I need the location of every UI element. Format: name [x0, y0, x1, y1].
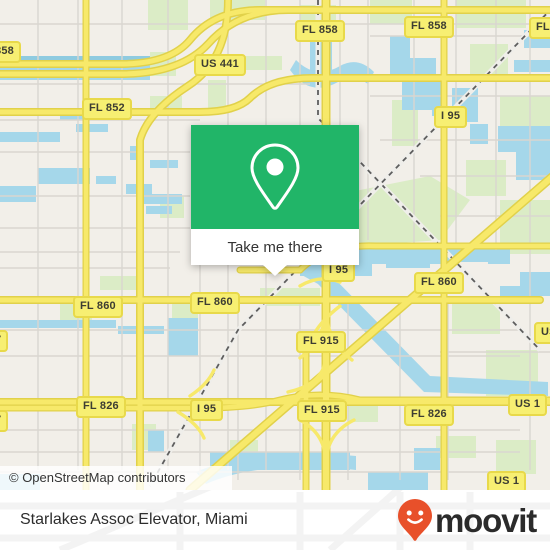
road-shield: US 1 [487, 471, 527, 490]
popup-pointer [263, 265, 287, 276]
road-shield: FL 858 [295, 20, 345, 42]
road-shield: 858 [0, 41, 21, 63]
road-shield: FL 915 [297, 400, 347, 422]
road-shield: I 95 [434, 106, 468, 128]
place-title: Starlakes Assoc Elevator, Miami [20, 511, 248, 528]
road-shield: FL 860 [190, 292, 240, 314]
map-pin-icon [250, 143, 300, 210]
road-shield: I 95 [190, 399, 224, 421]
road-shield: FL 826 [404, 404, 454, 426]
road-shield: FL 915 [296, 331, 346, 353]
moovit-brand[interactable]: moovit [398, 490, 537, 550]
road-shield: FL 860 [414, 272, 464, 294]
popup-header [191, 125, 359, 229]
map-canvas[interactable]: 858 FL 858 FL 858 FL US 441 FL 852 I 95 FL 860 F… [0, 0, 550, 490]
road-shield: FL 858 [404, 16, 454, 38]
road-shield: US 441 [194, 54, 246, 76]
road-shield: 7 [0, 330, 9, 352]
location-popup[interactable]: Take me there [191, 125, 359, 276]
map-screenshot: 858 FL 858 FL 858 FL US 441 FL 852 I 95 FL 860 F… [0, 0, 550, 550]
osm-attribution[interactable]: © OpenStreetMap contributors [0, 466, 232, 490]
road-shield: FL 852 [82, 98, 132, 120]
moovit-smiley-pin-icon [398, 499, 433, 541]
moovit-wordmark: moovit [435, 501, 537, 539]
road-shield: FL 826 [76, 396, 126, 418]
road-shield: US [534, 322, 550, 344]
road-shield: FL [529, 17, 550, 39]
take-me-there-label: Take me there [227, 238, 323, 256]
road-shield: US 1 [508, 394, 548, 416]
road-shield: 7 [0, 410, 9, 432]
road-shield: FL 860 [73, 296, 123, 318]
bottom-info-bar: Starlakes Assoc Elevator, Miami moovit [0, 490, 550, 550]
popup-footer[interactable]: Take me there [191, 229, 359, 276]
